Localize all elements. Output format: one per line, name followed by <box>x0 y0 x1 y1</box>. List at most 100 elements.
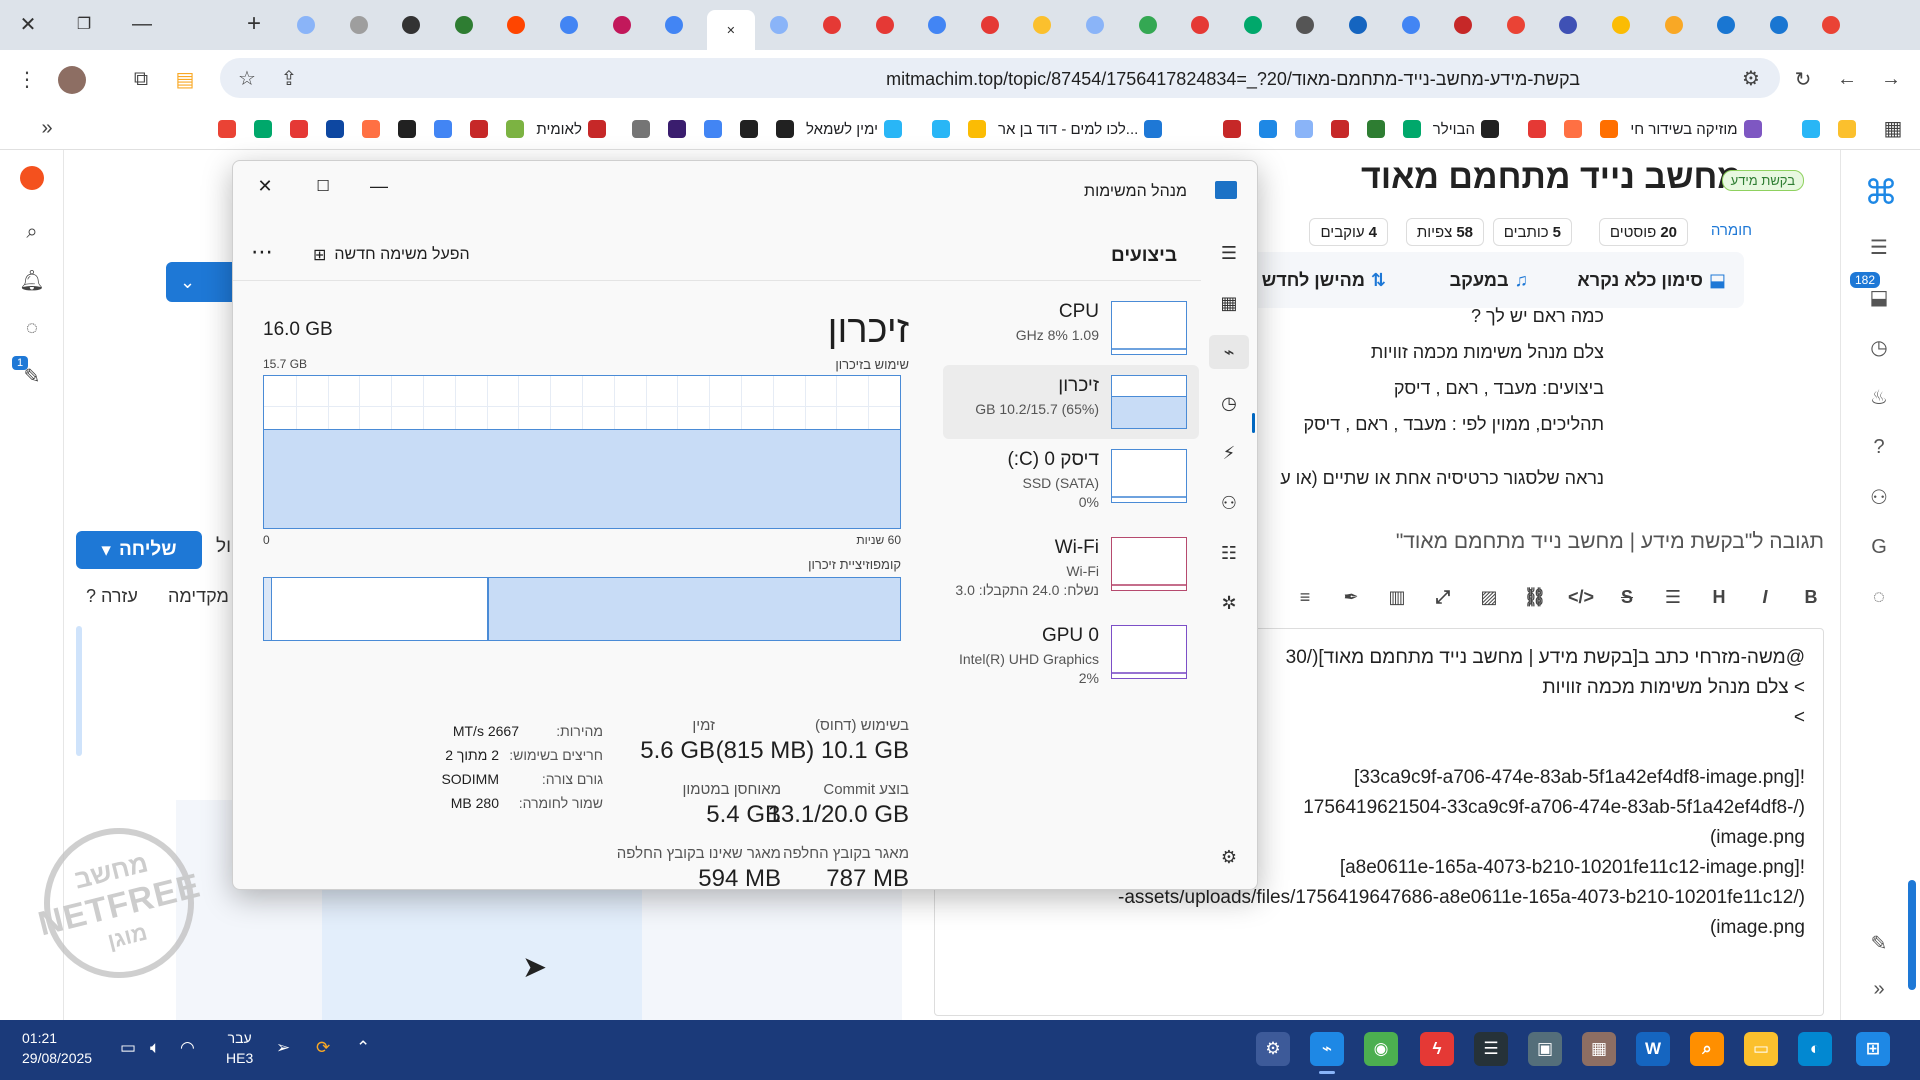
bookmark-item[interactable]: ימין לשמאל <box>806 117 902 141</box>
browser-tab[interactable] <box>549 10 589 40</box>
notes-app-icon[interactable]: ☰ <box>1474 1032 1508 1066</box>
brush-icon[interactable]: ✎ <box>1866 930 1892 956</box>
sync-icon[interactable]: ⟳ <box>316 1038 330 1058</box>
align-icon[interactable]: ≡ <box>1292 584 1318 610</box>
browser-tab[interactable] <box>654 10 694 40</box>
help-link[interactable]: ? עזרה <box>86 586 138 607</box>
list-icon[interactable]: ☰ <box>1660 584 1686 610</box>
more-bookmarks-chevron-icon[interactable]: » <box>34 115 60 141</box>
browser-tab[interactable]: ✕ <box>706 10 755 50</box>
browser-tab[interactable] <box>917 10 957 40</box>
users-icon[interactable]: ⚇ <box>1217 491 1241 515</box>
browser-tab[interactable] <box>1022 10 1062 40</box>
bookmark-item[interactable] <box>392 117 417 141</box>
bookmark-item[interactable] <box>212 117 237 141</box>
google-icon[interactable]: G <box>1866 534 1892 560</box>
device-item[interactable]: זיכרון (65%) 10.2/15.7 GB <box>943 365 1199 439</box>
browser-tab[interactable] <box>865 10 905 40</box>
app-history-icon[interactable]: ◷ <box>1217 391 1241 415</box>
bookmark-star-icon[interactable]: ☆ <box>234 65 260 91</box>
language-indicator[interactable]: עבר HE3 <box>226 1028 253 1068</box>
processes-icon[interactable]: ▦ <box>1217 291 1241 315</box>
bookmark-item[interactable]: מוזיקה בשידור חי <box>1630 117 1762 141</box>
tracking-button[interactable]: ♫ במעקב <box>1450 270 1528 291</box>
window-restore-icon[interactable]: ❐ <box>62 6 106 42</box>
notification-dot-icon[interactable] <box>20 166 44 190</box>
back-arrow-icon[interactable]: ← <box>1834 66 1860 92</box>
device-item[interactable]: GPU 0 Intel(R) UHD Graphics 2% <box>943 615 1199 689</box>
bookmark-item[interactable] <box>698 117 722 141</box>
menu-dots-icon[interactable]: ⋮ <box>14 66 40 92</box>
browser-tab[interactable] <box>1391 10 1431 40</box>
bell-icon[interactable]: 🔔︎ <box>18 266 46 294</box>
reload-icon[interactable]: ↻ <box>1790 66 1816 92</box>
tm-minimize-icon[interactable]: — <box>357 171 401 201</box>
edge-app-icon[interactable]: ◐ <box>1798 1032 1832 1066</box>
bookmark-item[interactable] <box>1397 117 1421 141</box>
bold-icon[interactable]: B <box>1798 584 1824 610</box>
volume-icon[interactable]: 🔈︎ <box>150 1038 160 1058</box>
profile-avatar[interactable] <box>58 66 86 94</box>
search-icon[interactable]: ⌕ <box>18 218 46 246</box>
fire-icon[interactable]: ♨ <box>1866 384 1892 410</box>
address-bar[interactable]: ☆ ⇪ mitmachim.top/topic/87454/1756417824… <box>220 58 1780 98</box>
browser-tab[interactable] <box>1601 10 1641 40</box>
bookmark-item[interactable] <box>1253 117 1277 141</box>
bookmark-item[interactable] <box>1594 117 1619 141</box>
chat-icon[interactable]: ◌ <box>1866 584 1892 610</box>
bookmark-item[interactable] <box>1558 117 1583 141</box>
device-item[interactable]: Wi-Fi Wi-Fi נשלח: 24.0 התקבלו: 3.0 <box>943 527 1199 607</box>
send-button[interactable]: ▾ שליחה <box>76 531 202 569</box>
browser-tab[interactable] <box>444 10 484 40</box>
bookmark-item[interactable] <box>284 117 309 141</box>
bookmark-item[interactable] <box>1796 117 1820 141</box>
browser-tab[interactable] <box>1548 10 1588 40</box>
browser-tab[interactable] <box>339 10 379 40</box>
browser-tab[interactable] <box>1285 10 1325 40</box>
strikethrough-icon[interactable]: S <box>1614 584 1640 610</box>
search-app-icon[interactable]: ⌕ <box>1690 1032 1724 1066</box>
wallet-icon[interactable]: ▤ <box>172 66 198 92</box>
system-clock[interactable]: 01:21 29/08/2025 <box>22 1028 92 1068</box>
bookmark-item[interactable] <box>1217 117 1241 141</box>
browser-tab[interactable] <box>391 10 431 40</box>
site-settings-icon[interactable]: ⚙ <box>1738 65 1764 91</box>
install-app-icon[interactable]: ⇪ <box>276 65 302 91</box>
file-explorer-app-icon[interactable]: ▭ <box>1744 1032 1778 1066</box>
word-app-icon[interactable]: W <box>1636 1032 1670 1066</box>
browser-tab[interactable] <box>1496 10 1536 40</box>
pen-icon[interactable]: ✒ <box>1338 584 1364 610</box>
user-icon[interactable]: ⚇ <box>1866 484 1892 510</box>
bookmark-item[interactable] <box>248 117 273 141</box>
services-icon[interactable]: ✲ <box>1217 591 1241 615</box>
bookmark-item[interactable] <box>1325 117 1349 141</box>
browser-tab[interactable] <box>1075 10 1115 40</box>
chat-icon[interactable]: ◌ <box>18 314 46 342</box>
code-icon[interactable]: </> <box>1568 584 1594 610</box>
bookmark-item[interactable] <box>734 117 758 141</box>
window-close-icon[interactable]: ✕ <box>6 6 50 42</box>
clock-icon[interactable]: ◷ <box>1866 334 1892 360</box>
settings-app-icon[interactable]: ⚙ <box>1256 1032 1290 1066</box>
browser-tab[interactable] <box>1706 10 1746 40</box>
reply-dropdown-button[interactable]: ⌄ <box>166 262 238 302</box>
bookmark-item[interactable]: הבוילר <box>1433 117 1500 141</box>
new-tab-button[interactable]: + <box>232 6 276 42</box>
fullscreen-icon[interactable]: ⤢ <box>1430 584 1456 610</box>
page-scrollbar[interactable] <box>1908 880 1916 990</box>
browser-tab[interactable] <box>1338 10 1378 40</box>
tm-close-icon[interactable]: ✕ <box>243 171 287 201</box>
bookmark-item[interactable] <box>1361 117 1385 141</box>
browser-tab[interactable] <box>1180 10 1220 40</box>
bookmark-item[interactable]: לכו למים - דוד בן אר... <box>998 117 1163 141</box>
hamburger-icon[interactable]: ☰ <box>1866 234 1892 260</box>
italic-icon[interactable]: I <box>1752 584 1778 610</box>
show-hidden-icons-chevron-icon[interactable]: ⌃ <box>356 1038 370 1058</box>
expand-chevron-icon[interactable]: » <box>1866 976 1892 1002</box>
photos-app-icon[interactable]: ▦ <box>1582 1032 1616 1066</box>
details-icon[interactable]: ☷ <box>1217 541 1241 565</box>
window-minimize-icon[interactable]: — <box>120 6 164 42</box>
browser-tab[interactable] <box>1128 10 1168 40</box>
browser-tab[interactable] <box>759 10 799 40</box>
startup-apps-icon[interactable]: ⚡︎ <box>1217 441 1241 465</box>
